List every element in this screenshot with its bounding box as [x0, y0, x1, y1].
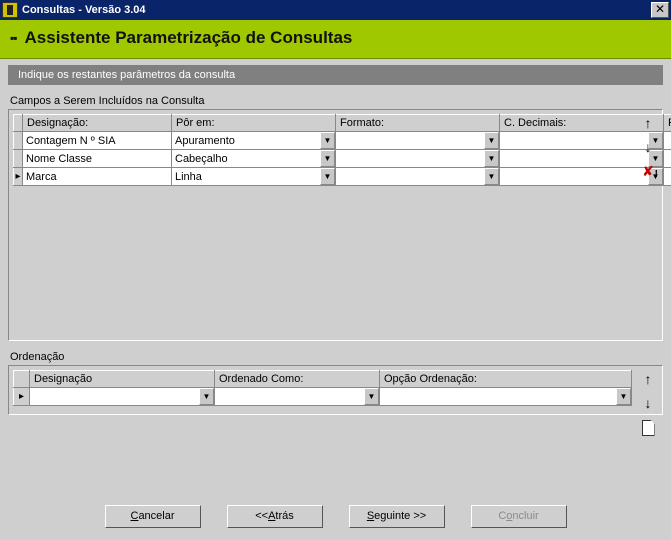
fields-panel: Designação: Pôr em: Formato: C. Decimais…: [8, 109, 663, 341]
fields-side-tools: ↑ ↓ ✘: [638, 116, 658, 180]
c-decimais-input[interactable]: [500, 132, 648, 149]
app-icon: [2, 2, 18, 18]
col-formula[interactable]: Fórmula de Cálculo:: [664, 115, 671, 132]
col-ord-designacao[interactable]: Designação: [30, 371, 215, 388]
move-up-icon[interactable]: ↑: [640, 116, 656, 132]
dropdown-icon[interactable]: ▼: [484, 168, 499, 185]
title-bar: Consultas - Versão 3.04 ✕: [0, 0, 671, 20]
formula-input[interactable]: [664, 168, 671, 185]
designacao-input[interactable]: [23, 150, 171, 167]
order-header-row: Designação Ordenado Como: Opção Ordenaçã…: [14, 371, 632, 388]
dropdown-icon[interactable]: ▼: [320, 132, 335, 149]
row-selector[interactable]: [14, 132, 23, 150]
formula-input[interactable]: [664, 132, 671, 149]
row-selector[interactable]: [14, 150, 23, 168]
wizard-body: Indique os restantes parâmetros da consu…: [0, 59, 671, 492]
delete-row-icon[interactable]: ✘: [640, 164, 656, 180]
dropdown-icon[interactable]: ▼: [484, 150, 499, 167]
move-up-icon[interactable]: ↑: [640, 372, 656, 388]
table-row: ▸ ▼ ▼ ▼: [14, 388, 632, 406]
instruction-text: Indique os restantes parâmetros da consu…: [18, 69, 235, 81]
order-panel: Designação Ordenado Como: Opção Ordenaçã…: [8, 365, 663, 415]
instruction-bar: Indique os restantes parâmetros da consu…: [8, 65, 663, 85]
order-group-label: Ordenação: [10, 351, 663, 363]
c-decimais-input[interactable]: [500, 150, 648, 167]
dropdown-icon[interactable]: ▼: [364, 388, 379, 405]
order-table: Designação Ordenado Como: Opção Ordenaçã…: [13, 370, 632, 406]
window-title: Consultas - Versão 3.04: [22, 4, 651, 16]
cancel-button[interactable]: Cancelar: [105, 505, 201, 528]
formato-input[interactable]: [336, 132, 484, 149]
fields-table: Designação: Pôr em: Formato: C. Decimais…: [13, 114, 671, 186]
wizard-header: ▪▪ Assistente Parametrização de Consulta…: [0, 20, 671, 59]
close-button[interactable]: ✕: [651, 2, 669, 18]
new-row-icon[interactable]: [640, 420, 656, 436]
designacao-input[interactable]: [23, 168, 171, 185]
row-selector[interactable]: ▸: [14, 388, 30, 406]
por-em-input[interactable]: [172, 168, 320, 185]
move-down-icon[interactable]: ↓: [640, 140, 656, 156]
finish-button: Concluir: [471, 505, 567, 528]
back-button[interactable]: << Atrás: [227, 505, 323, 528]
formato-input[interactable]: [336, 150, 484, 167]
row-selector[interactable]: ▸: [14, 168, 23, 186]
dropdown-icon[interactable]: ▼: [484, 132, 499, 149]
dropdown-icon[interactable]: ▼: [320, 168, 335, 185]
next-button[interactable]: Seguinte >>: [349, 505, 445, 528]
order-header-rowhead: [14, 371, 30, 388]
col-por-em[interactable]: Pôr em:: [172, 115, 336, 132]
table-row: ▸ ▼ ▼ ▼ ▼ ▼: [14, 168, 671, 186]
col-ordenado-como[interactable]: Ordenado Como:: [215, 371, 380, 388]
fields-header-row: Designação: Pôr em: Formato: C. Decimais…: [14, 115, 671, 132]
order-side-tools: ↑ ↓: [638, 372, 658, 436]
col-opcao-ordenacao[interactable]: Opção Ordenação:: [380, 371, 632, 388]
dropdown-icon[interactable]: ▼: [199, 388, 214, 405]
dropdown-icon[interactable]: ▼: [616, 388, 631, 405]
ordenado-como-input[interactable]: [215, 388, 364, 405]
col-formato[interactable]: Formato:: [336, 115, 500, 132]
por-em-input[interactable]: [172, 150, 320, 167]
wizard-title: Assistente Parametrização de Consultas: [25, 28, 353, 48]
wizard-footer: Cancelar << Atrás Seguinte >> Concluir: [0, 492, 671, 540]
move-down-icon[interactable]: ↓: [640, 396, 656, 412]
por-em-input[interactable]: [172, 132, 320, 149]
dropdown-icon[interactable]: ▼: [320, 150, 335, 167]
table-row: ▼ ▼ ▼ ▼ ▼: [14, 150, 671, 168]
fields-header-rowhead: [14, 115, 23, 132]
col-designacao[interactable]: Designação:: [23, 115, 172, 132]
opcao-ordenacao-input[interactable]: [380, 388, 616, 405]
ord-designacao-input[interactable]: [30, 388, 199, 405]
table-row: ▼ ▼ ▼ ▼ ▼: [14, 132, 671, 150]
c-decimais-input[interactable]: [500, 168, 648, 185]
header-bullet: ▪▪: [10, 31, 17, 45]
formula-input[interactable]: [664, 150, 671, 167]
formato-input[interactable]: [336, 168, 484, 185]
fields-group-label: Campos a Serem Incluídos na Consulta: [10, 95, 663, 107]
designacao-input[interactable]: [23, 132, 171, 149]
